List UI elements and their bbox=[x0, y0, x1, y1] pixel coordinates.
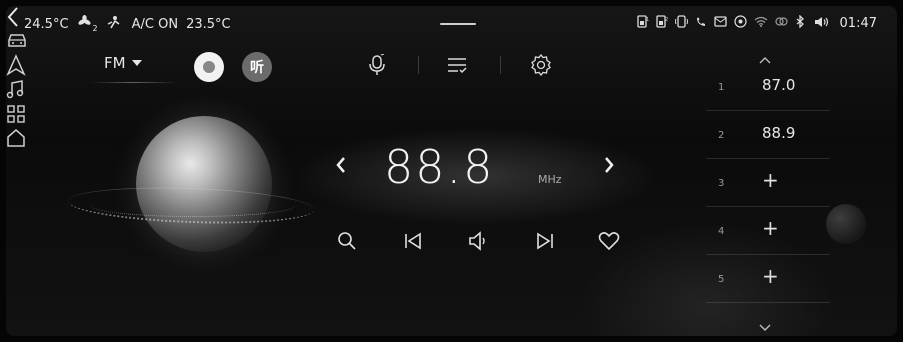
system-icons: 1 2 01:47 bbox=[636, 14, 877, 31]
add-preset-icon: + bbox=[762, 168, 779, 192]
add-preset-icon: + bbox=[762, 264, 779, 288]
preset-item[interactable]: 2 88.9 bbox=[706, 110, 830, 159]
add-preset-icon: + bbox=[762, 216, 779, 240]
preset-item[interactable]: 4 + bbox=[706, 206, 830, 255]
preset-index: 3 bbox=[718, 178, 725, 189]
hotspot-icon bbox=[733, 15, 747, 31]
listen-app-label: 听 bbox=[250, 60, 264, 76]
next-icon[interactable] bbox=[532, 228, 558, 254]
toolbar-divider bbox=[418, 56, 419, 74]
radio-app-logo[interactable] bbox=[194, 52, 224, 82]
fan-icon bbox=[77, 15, 93, 33]
svg-text:2: 2 bbox=[665, 17, 668, 23]
tune-down-button[interactable] bbox=[334, 154, 348, 180]
settings-icon[interactable] bbox=[528, 52, 554, 78]
link-icon bbox=[774, 16, 788, 30]
clock: 01:47 bbox=[839, 15, 877, 31]
preset-item[interactable]: 3 + bbox=[706, 158, 830, 207]
preset-item[interactable]: 5 + bbox=[706, 254, 830, 303]
bluetooth-icon bbox=[795, 14, 807, 31]
airflow-icon bbox=[106, 15, 124, 33]
playlist-icon[interactable] bbox=[444, 52, 470, 78]
frequency-unit: MHz bbox=[538, 173, 562, 186]
chevron-down-icon[interactable] bbox=[758, 318, 772, 336]
preset-frequency: 88.9 bbox=[762, 124, 796, 142]
listen-app-button[interactable]: 听 bbox=[242, 52, 272, 82]
search-icon[interactable] bbox=[334, 228, 360, 254]
climate-status[interactable]: 24.5°C 2 A/C ON 23.5°C bbox=[24, 15, 231, 33]
toolbar-divider bbox=[500, 56, 501, 74]
drag-handle[interactable] bbox=[440, 23, 476, 25]
svg-text:1: 1 bbox=[646, 17, 649, 23]
preset-frequency: 87.0 bbox=[762, 76, 796, 94]
planet-artwork bbox=[136, 116, 272, 252]
wifi-icon bbox=[754, 16, 768, 30]
sim-card-1-icon: 1 bbox=[636, 15, 649, 31]
band-underline bbox=[90, 82, 178, 83]
chevron-down-icon bbox=[131, 60, 142, 66]
band-label: FM bbox=[104, 54, 126, 72]
preset-index: 2 bbox=[718, 130, 725, 141]
radio-screen: 24.5°C 2 A/C ON 23.5°C 1 2 01:47 FM 听 88… bbox=[6, 6, 897, 336]
tune-up-button[interactable] bbox=[602, 154, 616, 180]
voice-icon[interactable] bbox=[364, 52, 390, 78]
planet-ring-inner bbox=[90, 194, 296, 217]
preset-index: 1 bbox=[718, 82, 725, 93]
preset-index: 4 bbox=[718, 226, 725, 237]
frequency-display: 88.8 bbox=[384, 140, 495, 194]
ac-temperature: 23.5°C bbox=[186, 16, 231, 32]
ac-status: A/C ON bbox=[131, 16, 179, 32]
fan-level: 2 bbox=[92, 23, 98, 33]
sim-card-2-icon: 2 bbox=[655, 15, 668, 31]
volume-control-icon[interactable] bbox=[466, 228, 492, 254]
previous-icon[interactable] bbox=[400, 228, 426, 254]
preset-index: 5 bbox=[718, 274, 725, 285]
preset-item[interactable]: 1 87.0 bbox=[706, 62, 830, 111]
missed-call-icon bbox=[695, 16, 707, 31]
moon-artwork bbox=[826, 204, 866, 244]
band-selector[interactable]: FM bbox=[104, 54, 142, 72]
volume-icon bbox=[814, 16, 829, 31]
message-icon bbox=[713, 16, 727, 30]
phone-projection-icon bbox=[674, 15, 688, 31]
temperature-readout: 24.5°C bbox=[24, 16, 69, 32]
status-bar: 24.5°C 2 A/C ON 23.5°C 1 2 01:47 bbox=[6, 6, 897, 42]
app-logo-icon bbox=[203, 61, 215, 73]
favorite-icon[interactable] bbox=[596, 228, 622, 254]
